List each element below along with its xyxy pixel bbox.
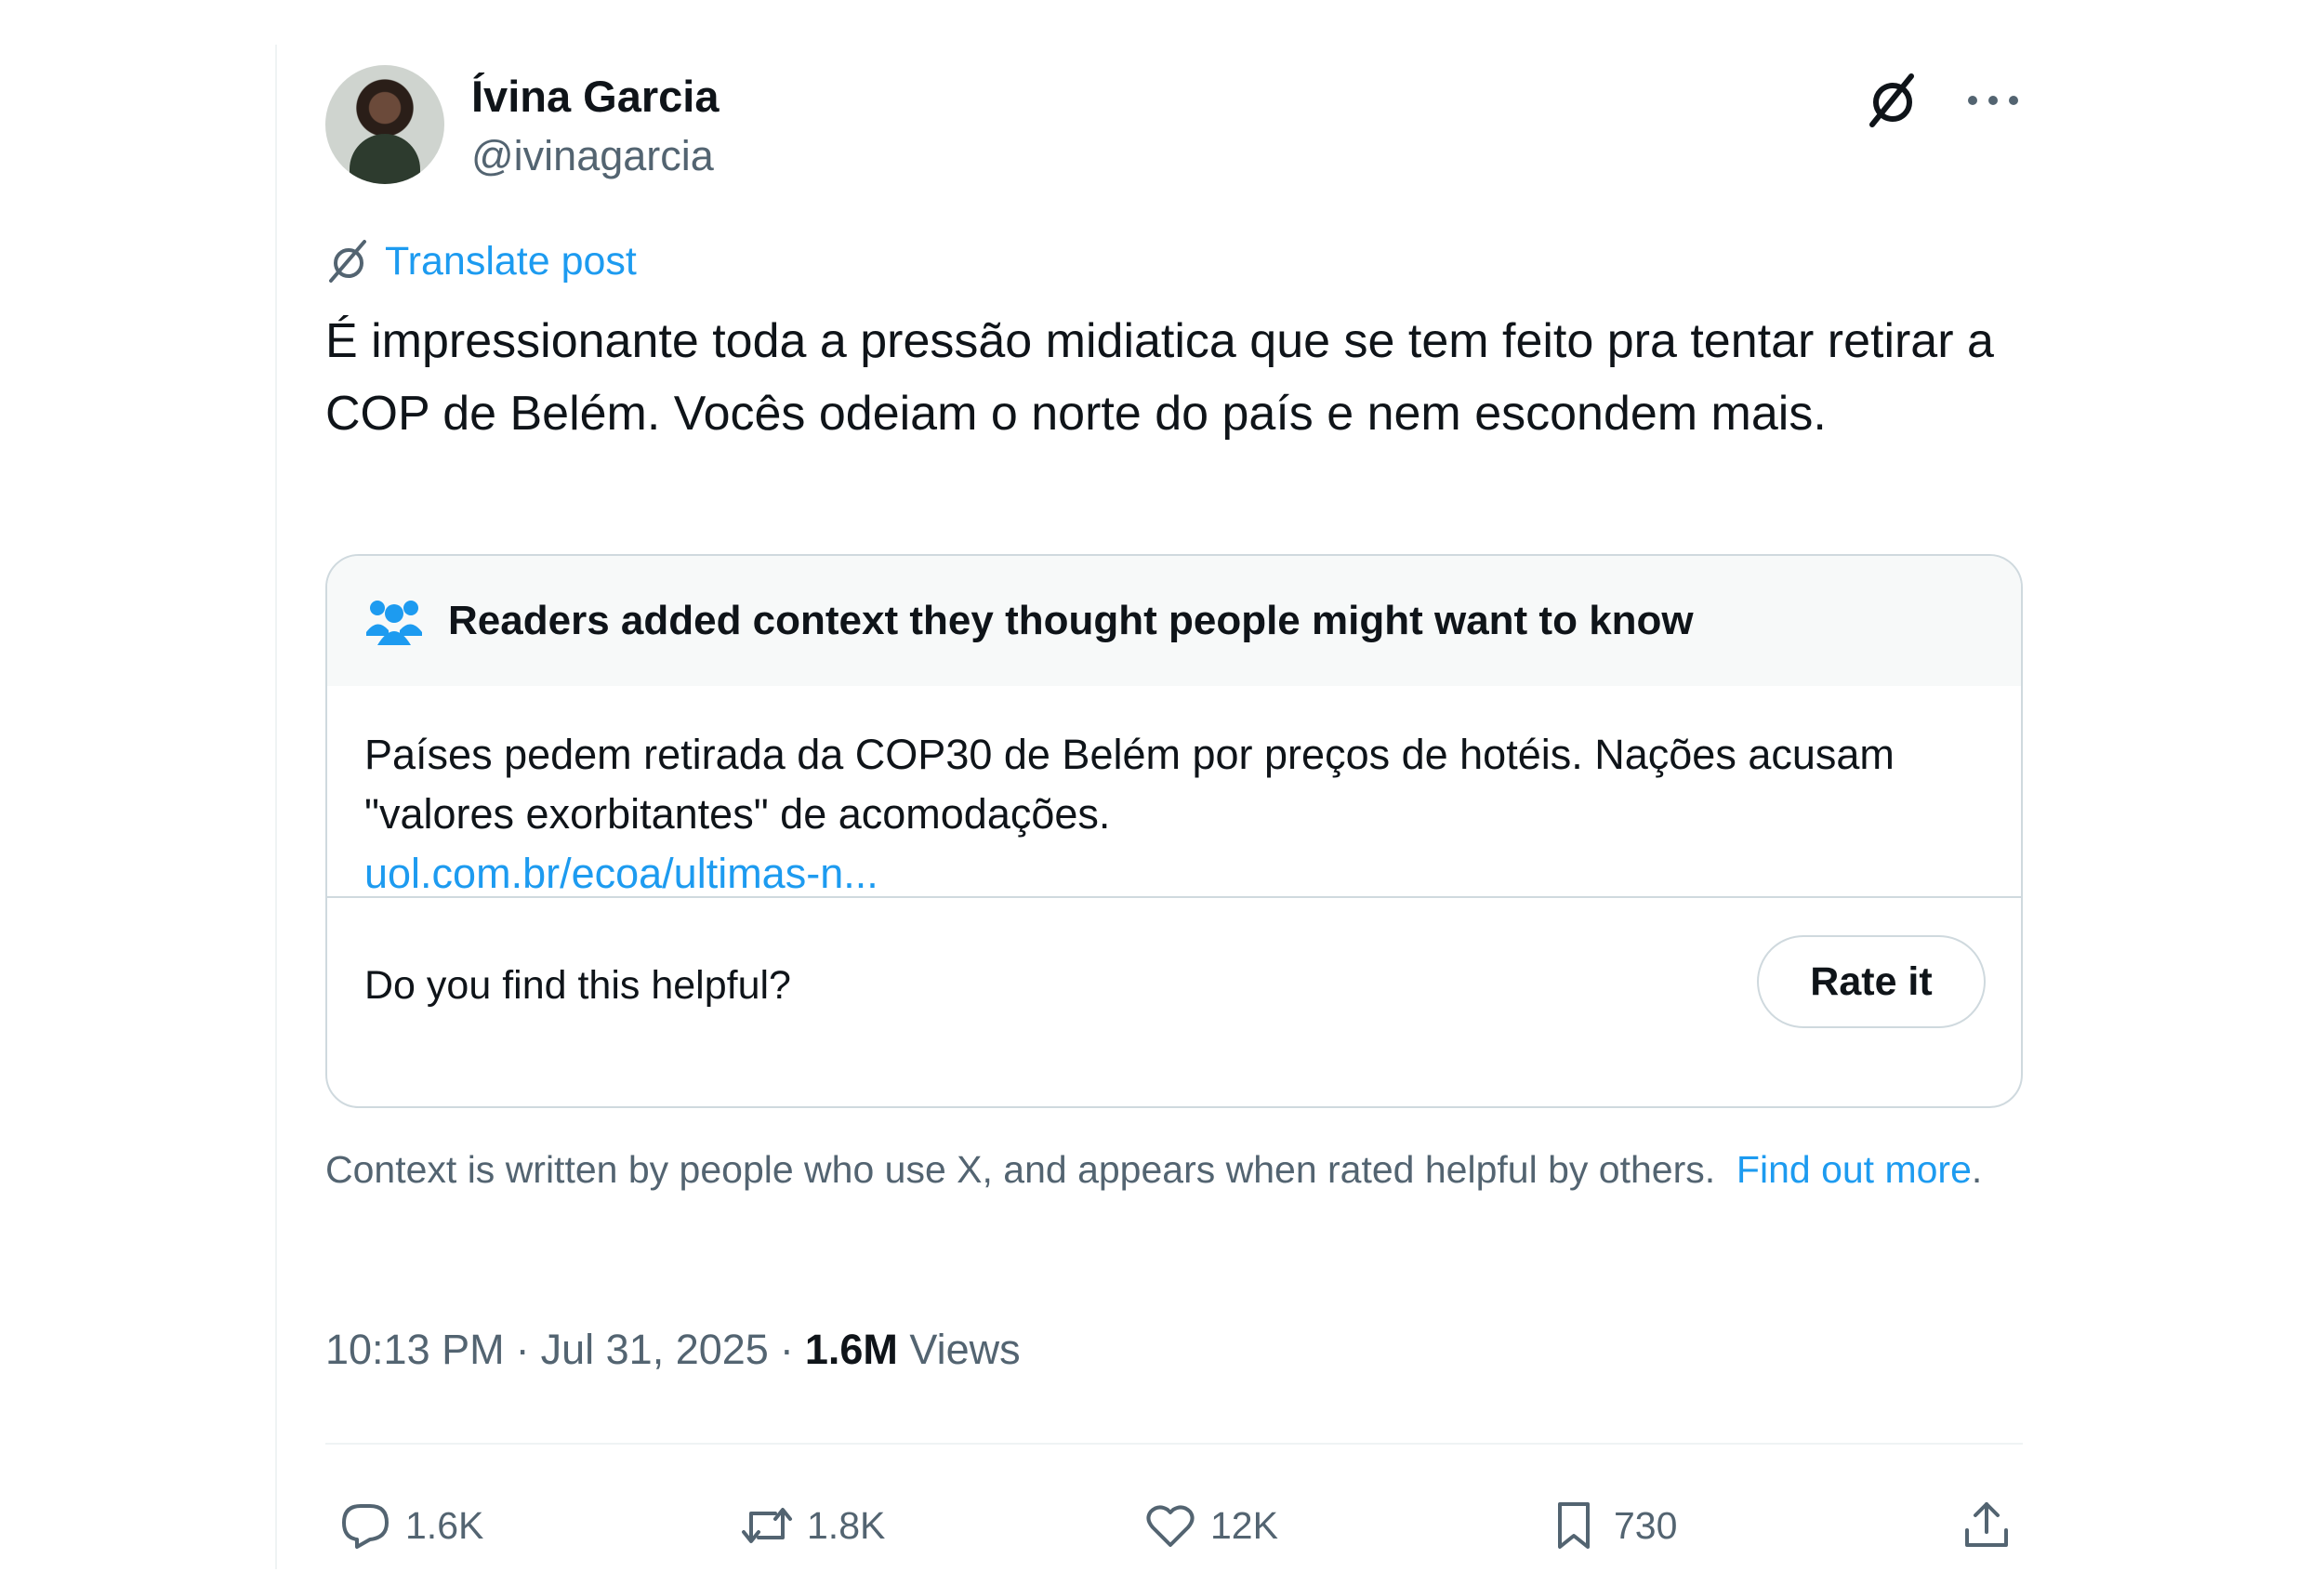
meta-separator: ·: [515, 1326, 530, 1373]
reply-icon: [342, 1504, 389, 1549]
community-note-text: Países pedem retirada da COP30 de Belém …: [364, 731, 1895, 838]
community-note-body: Países pedem retirada da COP30 de Belém …: [327, 686, 2021, 898]
like-icon: [1146, 1505, 1195, 1547]
views-label: Views: [909, 1326, 1021, 1373]
repost-icon: [742, 1508, 792, 1543]
translate-post-link[interactable]: Translate post: [325, 238, 637, 284]
repost-button[interactable]: 1.8K: [740, 1499, 885, 1552]
tweet: Ívina Garcia @ivinagarcia Translate post…: [325, 61, 2027, 1549]
post-text: É impressionante toda a pressão midiatic…: [325, 314, 1994, 441]
like-count: 12K: [1210, 1503, 1278, 1547]
people-icon: [366, 601, 422, 645]
community-note-link[interactable]: uol.com.br/ecoa/ultimas-n...: [364, 844, 1984, 904]
meta-separator: ·: [779, 1326, 794, 1373]
translate-label: Translate post: [385, 238, 637, 284]
repost-count: 1.8K: [807, 1503, 886, 1547]
reply-button[interactable]: 1.6K: [338, 1499, 483, 1552]
community-note-title: Readers added context they thought peopl…: [448, 598, 1694, 643]
tweet-meta: 10:13 PM · Jul 31, 2025 · 1.6M Views: [325, 1326, 1021, 1374]
helpful-question: Do you find this helpful?: [364, 963, 791, 1008]
community-note: Readers added context they thought peopl…: [325, 554, 2023, 1108]
divider: [325, 1443, 2023, 1445]
share-button[interactable]: [1960, 1499, 2014, 1552]
find-out-more-link[interactable]: Find out more: [1736, 1148, 1972, 1191]
rate-it-button[interactable]: Rate it: [1757, 935, 1986, 1028]
community-note-header: Readers added context they thought peopl…: [327, 556, 2021, 686]
author-name[interactable]: Ívina Garcia: [471, 71, 720, 122]
bookmark-button[interactable]: 730: [1547, 1499, 1677, 1552]
community-note-footer: Do you find this helpful? Rate it: [327, 898, 2021, 1106]
views-count: 1.6M: [804, 1326, 898, 1373]
reply-count: 1.6K: [405, 1503, 484, 1547]
avatar[interactable]: [325, 65, 444, 184]
grok-icon[interactable]: [1863, 71, 1922, 130]
context-info-text: Context is written by people who use X, …: [325, 1148, 1716, 1191]
more-icon[interactable]: [1960, 78, 2027, 123]
action-bar: 1.6K 1.8K 12K 730: [325, 1499, 2027, 1573]
tweet-header: Ívina Garcia @ivinagarcia: [325, 61, 2027, 192]
context-info-period: .: [1971, 1148, 1983, 1191]
author-handle[interactable]: @ivinagarcia: [471, 132, 714, 180]
translate-icon: [329, 240, 366, 283]
context-info: Context is written by people who use X, …: [325, 1145, 2027, 1194]
bookmark-icon: [1558, 1502, 1590, 1549]
post-time[interactable]: 10:13 PM: [325, 1326, 505, 1374]
like-button[interactable]: 12K: [1143, 1499, 1278, 1552]
post-date[interactable]: Jul 31, 2025: [541, 1326, 769, 1374]
timeline-border: [275, 45, 277, 1569]
bookmark-count: 730: [1614, 1503, 1678, 1547]
share-icon: [1965, 1502, 2008, 1547]
